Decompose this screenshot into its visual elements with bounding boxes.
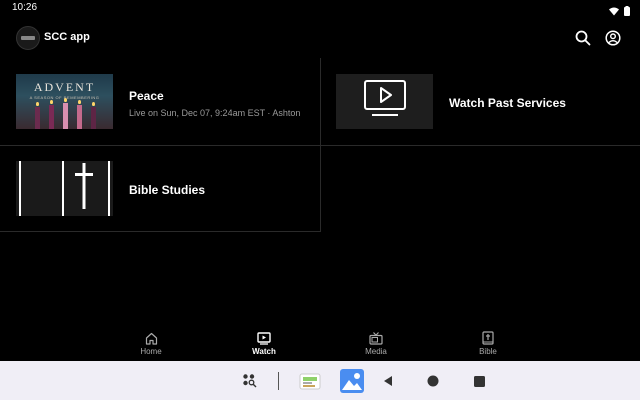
watch-icon xyxy=(257,331,271,345)
nav-label: Watch xyxy=(252,347,276,356)
status-bar: 10:26 xyxy=(0,0,640,16)
tile-text: Bible Studies xyxy=(129,176,312,197)
candle xyxy=(77,105,82,129)
tile-bible-studies[interactable]: Bible Studies xyxy=(0,145,320,232)
app-logo xyxy=(16,26,40,50)
wifi-icon xyxy=(609,3,619,21)
candle xyxy=(35,107,40,129)
back-icon[interactable] xyxy=(380,371,396,391)
overview-icon[interactable] xyxy=(471,371,487,391)
bible-thumbnail xyxy=(16,161,113,216)
tile-peace[interactable]: ADVENT A SEASON OF REMEMBERING Peace Liv… xyxy=(0,58,320,145)
recent-app-icon[interactable] xyxy=(298,371,322,391)
play-screen-icon xyxy=(362,79,408,124)
system-nav-bar xyxy=(0,361,640,400)
watch-thumbnail xyxy=(336,74,433,129)
candle-flame xyxy=(64,98,67,102)
bible-bar xyxy=(62,161,64,216)
gallery-app-icon[interactable] xyxy=(340,369,364,393)
tile-title: Watch Past Services xyxy=(449,96,566,110)
bible-icon xyxy=(482,331,494,345)
app-actions xyxy=(574,29,622,47)
status-time: 10:26 xyxy=(12,2,38,13)
nav-item-home[interactable]: Home xyxy=(111,323,191,361)
candle xyxy=(63,103,68,129)
candle xyxy=(49,105,54,129)
tile-subtitle: Live on Sun, Dec 07, 9:24am EST · Ashton xyxy=(129,108,301,118)
advent-thumbnail: ADVENT A SEASON OF REMEMBERING xyxy=(16,74,113,129)
bible-bar xyxy=(108,161,110,216)
candle-flame xyxy=(36,102,39,106)
battery-icon xyxy=(624,3,630,21)
tile-text: Peace Live on Sun, Dec 07, 9:24am EST · … xyxy=(129,89,312,118)
tv-icon xyxy=(369,331,383,345)
nav-item-watch[interactable]: Watch xyxy=(224,323,304,361)
candle-flame xyxy=(92,102,95,106)
bible-bar xyxy=(19,161,21,216)
home-icon xyxy=(145,331,158,345)
thumbnail-heading: ADVENT xyxy=(33,80,96,94)
nav-label: Bible xyxy=(479,347,497,356)
nav-label: Media xyxy=(365,347,387,356)
tile-title: Peace xyxy=(129,89,164,103)
status-icons xyxy=(609,3,630,21)
app-bar: SCC app xyxy=(0,22,640,54)
nav-item-media[interactable]: Media xyxy=(336,323,416,361)
tile-title: Bible Studies xyxy=(129,183,206,197)
search-icon[interactable] xyxy=(574,29,592,47)
nav-label: Home xyxy=(140,347,162,356)
candle-flame xyxy=(78,100,81,104)
app-title: SCC app xyxy=(44,31,90,43)
app-drawer-icon[interactable] xyxy=(240,371,260,391)
cross-icon xyxy=(72,163,96,214)
home-circle-icon[interactable] xyxy=(425,371,441,391)
taskbar-divider xyxy=(276,371,280,391)
candle-flame xyxy=(50,100,53,104)
tile-text: Watch Past Services xyxy=(449,89,632,110)
nav-item-bible[interactable]: Bible xyxy=(448,323,528,361)
tile-watch-past-services[interactable]: Watch Past Services xyxy=(320,58,640,145)
account-icon[interactable] xyxy=(604,29,622,47)
candle xyxy=(91,107,96,129)
bottom-nav: Home Watch Media Bible xyxy=(0,323,640,361)
